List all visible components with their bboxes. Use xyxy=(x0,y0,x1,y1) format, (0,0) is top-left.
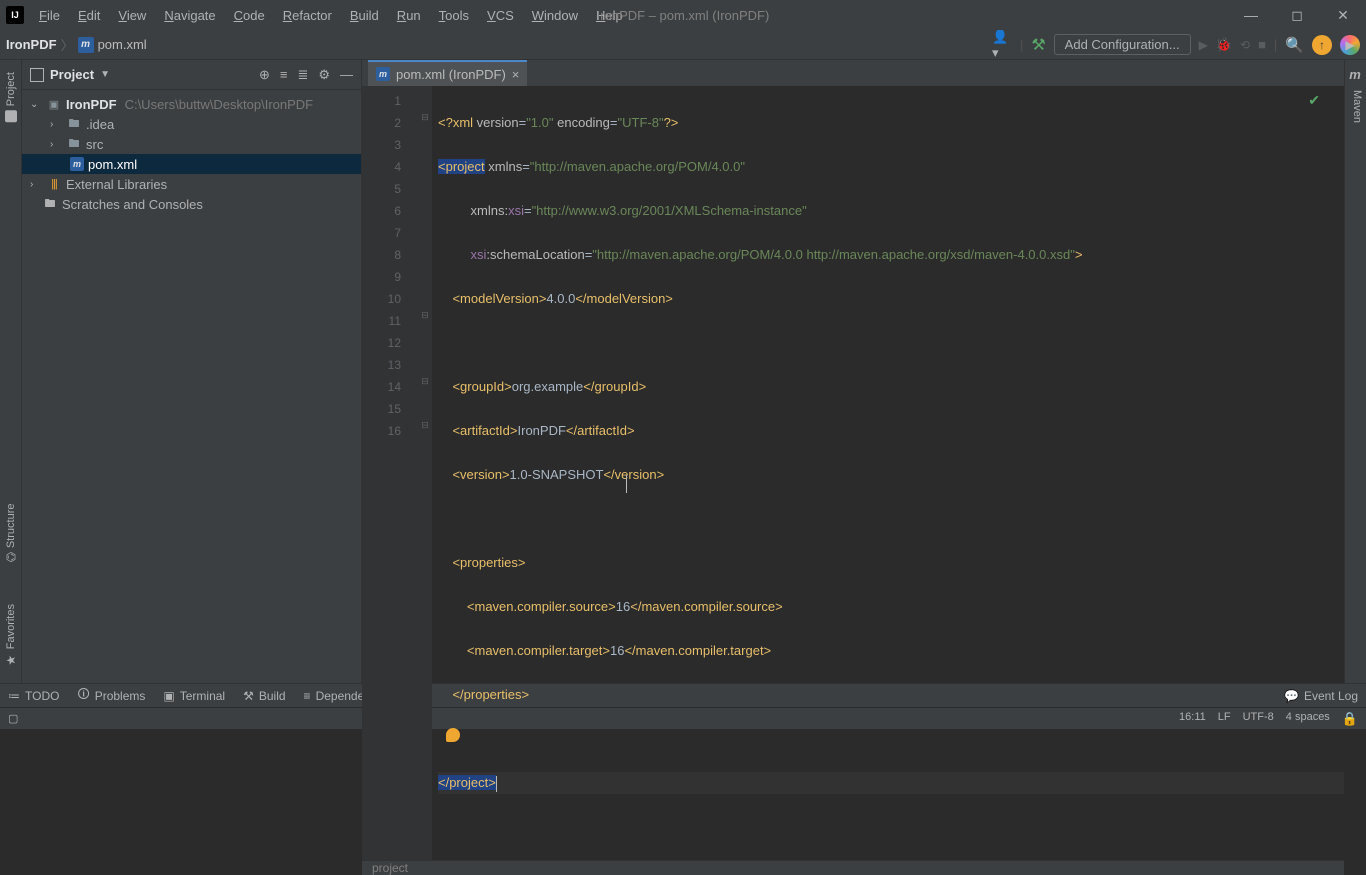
scratches-icon: 🖿 xyxy=(42,196,58,212)
right-tool-strip: m Maven xyxy=(1344,60,1366,683)
tool-tab-project[interactable]: Project xyxy=(3,66,19,128)
folder-icon: 🖿 xyxy=(66,116,82,132)
add-configuration-button[interactable]: Add Configuration... xyxy=(1054,34,1191,55)
breadcrumb-root[interactable]: IronPDF xyxy=(6,37,57,52)
search-everywhere-icon[interactable]: 🔍 xyxy=(1285,36,1304,54)
editor-tabs: m pom.xml (IronPDF) × xyxy=(362,60,1344,86)
menu-window[interactable]: Window xyxy=(525,8,585,23)
left-tool-strip: Project ⌬Structure ★Favorites xyxy=(0,60,22,683)
build-icon: ⚒ xyxy=(243,689,254,703)
editor-body[interactable]: 12345678910111213141516 ⊟ ⊟ ⊟ ⊟ <?xml ve… xyxy=(362,86,1344,860)
code-area[interactable]: <?xml version="1.0" encoding="UTF-8"?> <… xyxy=(432,86,1344,860)
tool-tab-problems[interactable]: 🛈Problems xyxy=(77,685,145,706)
project-panel-title[interactable]: Project xyxy=(50,67,94,82)
close-tab-icon[interactable]: × xyxy=(512,67,520,82)
problems-icon: 🛈 xyxy=(77,685,89,706)
todo-icon: ≔ xyxy=(8,689,20,703)
intention-bulb-icon[interactable] xyxy=(446,728,460,742)
line-gutter[interactable]: 12345678910111213141516 xyxy=(362,86,420,860)
fold-end-icon[interactable]: ⊟ xyxy=(420,420,430,430)
project-panel-header: Project ▼ ⊕ ≡ ≣ ⚙ — xyxy=(22,60,361,90)
stop-icon[interactable]: ■ xyxy=(1258,37,1266,52)
chevron-right-icon[interactable]: › xyxy=(50,119,62,130)
menu-vcs[interactable]: VCS xyxy=(480,8,521,23)
libraries-icon: ||| xyxy=(46,176,62,192)
build-icon[interactable]: ⚒ xyxy=(1031,35,1045,55)
run-icon[interactable]: ▶ xyxy=(1199,38,1208,52)
maven-file-icon: m xyxy=(78,37,94,53)
menu-refactor[interactable]: Refactor xyxy=(276,8,339,23)
tree-idea[interactable]: › 🖿 .idea xyxy=(22,114,361,134)
breadcrumb: IronPDF 〉 m pom.xml xyxy=(6,35,147,54)
debug-icon[interactable]: 🐞 xyxy=(1216,37,1232,53)
menu-build[interactable]: Build xyxy=(343,8,386,23)
menu-view[interactable]: View xyxy=(111,8,153,23)
collapse-all-icon[interactable]: ≣ xyxy=(297,67,308,83)
app-icon: IJ xyxy=(6,6,24,24)
window-title: IronPDF – pom.xml (IronPDF) xyxy=(597,8,770,23)
tool-tab-todo[interactable]: ≔TODO xyxy=(8,689,59,703)
panel-settings-icon[interactable]: ⚙ xyxy=(318,67,330,83)
fold-toggle-icon[interactable]: ⊟ xyxy=(420,112,430,122)
tool-tab-structure[interactable]: ⌬Structure xyxy=(2,497,20,568)
menu-navigate[interactable]: Navigate xyxy=(157,8,222,23)
menu-file[interactable]: File xyxy=(32,8,67,23)
menu-tools[interactable]: Tools xyxy=(432,8,476,23)
project-view-icon xyxy=(30,68,44,82)
mouse-cursor-icon xyxy=(626,475,627,493)
dependencies-icon: ≡ xyxy=(304,689,311,703)
expand-all-icon[interactable]: ≡ xyxy=(280,67,288,83)
chevron-down-icon[interactable]: ⌄ xyxy=(30,99,42,110)
fold-toggle-icon[interactable]: ⊟ xyxy=(420,310,430,320)
editor-tab-pom[interactable]: m pom.xml (IronPDF) × xyxy=(368,60,527,86)
tree-root[interactable]: ⌄ ▣ IronPDF C:\Users\buttw\Desktop\IronP… xyxy=(22,94,361,114)
toolbox-icon[interactable]: ▶ xyxy=(1340,35,1360,55)
hide-panel-icon[interactable]: — xyxy=(340,67,353,83)
project-panel: Project ▼ ⊕ ≡ ≣ ⚙ — ⌄ ▣ IronPDF C:\Users… xyxy=(22,60,362,683)
menu-edit[interactable]: Edit xyxy=(71,8,107,23)
maven-tab-icon[interactable]: m xyxy=(1347,66,1363,82)
menu-bar: File Edit View Navigate Code Refactor Bu… xyxy=(32,8,630,23)
ide-update-icon[interactable]: ↑ xyxy=(1312,35,1332,55)
select-opened-file-icon[interactable]: ⊕ xyxy=(259,67,270,83)
editor: m pom.xml (IronPDF) × 123456789101112131… xyxy=(362,60,1344,683)
project-view-dropdown-icon[interactable]: ▼ xyxy=(100,69,110,80)
tree-pom[interactable]: m pom.xml xyxy=(22,154,361,174)
chevron-right-icon[interactable]: › xyxy=(50,139,62,150)
chevron-right-icon[interactable]: › xyxy=(30,179,42,190)
tree-scratches[interactable]: 🖿 Scratches and Consoles xyxy=(22,194,361,214)
tool-tab-favorites[interactable]: ★Favorites xyxy=(2,598,20,673)
editor-breadcrumb[interactable]: project xyxy=(362,860,1344,875)
menu-code[interactable]: Code xyxy=(227,8,272,23)
terminal-icon: ▣ xyxy=(163,689,174,703)
code-with-me-icon[interactable]: 👤▾ xyxy=(992,35,1012,55)
breadcrumb-separator-icon: 〉 xyxy=(61,35,74,54)
tool-tab-maven[interactable]: Maven xyxy=(1351,90,1363,123)
inspection-ok-icon[interactable]: ✔ xyxy=(1308,92,1320,109)
folder-icon: 🖿 xyxy=(66,136,82,152)
tool-tab-build[interactable]: ⚒Build xyxy=(243,689,285,703)
menu-run[interactable]: Run xyxy=(390,8,428,23)
nav-toolbar: IronPDF 〉 m pom.xml 👤▾ | ⚒ Add Configura… xyxy=(0,30,1366,60)
fold-end-icon[interactable]: ⊟ xyxy=(420,376,430,386)
tree-src[interactable]: › 🖿 src xyxy=(22,134,361,154)
project-folder-icon: ▣ xyxy=(46,96,62,112)
run-coverage-icon[interactable]: ⟲ xyxy=(1240,38,1250,52)
titlebar: IJ File Edit View Navigate Code Refactor… xyxy=(0,0,1366,30)
breadcrumb-file[interactable]: pom.xml xyxy=(98,37,147,52)
maximize-button[interactable]: ◻ xyxy=(1274,0,1320,30)
tool-tab-terminal[interactable]: ▣Terminal xyxy=(163,689,225,703)
close-button[interactable]: ✕ xyxy=(1320,0,1366,30)
toggle-toolwindows-icon[interactable]: ▢ xyxy=(8,712,18,725)
maven-file-icon: m xyxy=(70,157,84,171)
readonly-lock-icon[interactable]: 🔒 xyxy=(1342,711,1358,727)
project-tree[interactable]: ⌄ ▣ IronPDF C:\Users\buttw\Desktop\IronP… xyxy=(22,90,361,683)
fold-strip[interactable]: ⊟ ⊟ ⊟ ⊟ xyxy=(420,86,432,860)
tree-external-libraries[interactable]: › ||| External Libraries xyxy=(22,174,361,194)
text-caret xyxy=(496,776,497,792)
minimize-button[interactable]: — xyxy=(1228,0,1274,30)
maven-file-icon: m xyxy=(376,67,390,81)
